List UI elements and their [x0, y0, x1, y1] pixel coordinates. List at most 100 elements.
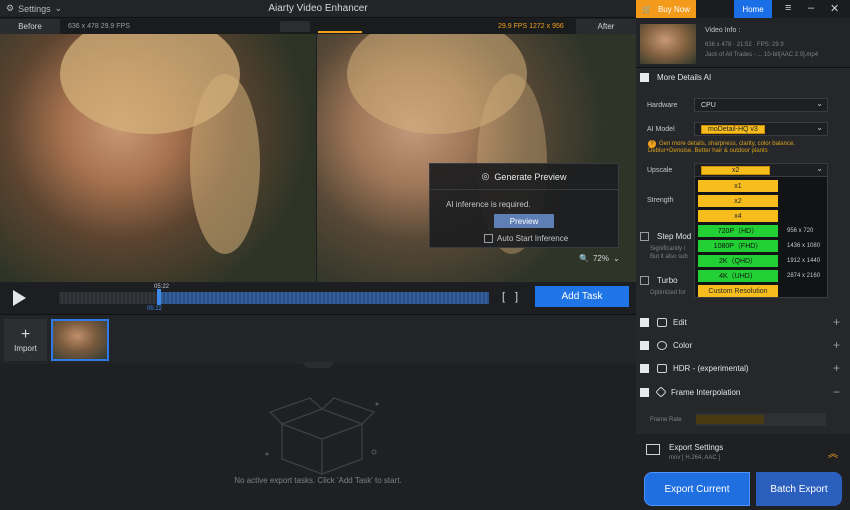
upscale-option-720p[interactable]: 720P（HD） — [698, 225, 778, 237]
video-filename: Jack of All Trades - ... 10-bit[AAC 2.0]… — [705, 52, 819, 58]
export-panel: Export Settings mov [ H.264, AAC ] ︽ Exp… — [636, 434, 850, 510]
upscale-option-2k[interactable]: 2K（QHD） — [698, 255, 778, 267]
chevron-down-icon: ⌄ — [816, 123, 823, 132]
timeline-track[interactable] — [59, 292, 489, 304]
app-title: Aiarty Video Enhancer — [268, 3, 368, 14]
resolution-720p: 956 x 720 — [787, 228, 814, 234]
generate-preview-dialog: ◎ Generate Preview AI inference is requi… — [429, 163, 619, 248]
frame-rate-label: Frame Rate — [650, 417, 682, 423]
chevron-down-icon: ⌄ — [816, 164, 823, 173]
auto-start-toggle[interactable]: Auto Start Inference — [484, 234, 568, 243]
upscale-option-x1[interactable]: x1 — [698, 180, 778, 192]
export-settings-title[interactable]: Export Settings — [669, 443, 723, 452]
step-mode-desc-2: But it also sub — [650, 254, 688, 260]
buy-now-label: Buy Now — [657, 4, 690, 14]
zoom-value: 72% — [592, 254, 609, 263]
generate-preview-title: Generate Preview — [494, 171, 567, 182]
hdr-icon — [657, 363, 667, 373]
frame-interpolation-section[interactable]: Frame Interpolation − — [636, 383, 850, 401]
chevron-down-icon: ⌄ — [612, 254, 620, 263]
turbo-toggle[interactable]: Turbo — [636, 271, 696, 289]
empty-box-icon — [265, 397, 379, 475]
step-mode-checkbox[interactable] — [640, 231, 649, 241]
ai-model-select[interactable]: moDetail-HQ v3 ⌄ — [694, 122, 828, 136]
compare-mode-side-button[interactable] — [318, 20, 362, 33]
hdr-checkbox[interactable] — [640, 363, 649, 373]
step-mode-toggle[interactable]: Step Mod — [636, 227, 696, 245]
monitor-icon — [646, 444, 660, 455]
video-info-label: Video Info : — [705, 27, 741, 34]
selected-range[interactable] — [159, 292, 489, 304]
ai-model-value: moDetail-HQ v3 — [701, 124, 765, 134]
edit-icon — [657, 317, 667, 327]
hardware-select[interactable]: CPU ⌄ — [694, 98, 828, 112]
set-end-icon[interactable]: ] — [515, 291, 518, 303]
buy-now-button[interactable]: 🛒 Buy Now — [636, 0, 696, 18]
upscale-option-1080p[interactable]: 1080P（FHD） — [698, 240, 778, 252]
home-button[interactable]: Home — [734, 0, 772, 18]
hdr-section[interactable]: HDR - (experimental) + — [636, 359, 850, 377]
video-info-details: 636 x 478 · 21:52 · FPS: 29.9 — [705, 42, 784, 48]
color-checkbox[interactable] — [640, 340, 649, 350]
checkbox-icon[interactable] — [484, 234, 493, 243]
step-mode-desc-1: Significantly i — [650, 246, 686, 252]
add-task-button[interactable]: Add Task — [535, 286, 629, 307]
export-format: mov [ H.264, AAC ] — [669, 455, 721, 461]
compare-mode-split-button[interactable] — [280, 21, 310, 32]
play-icon[interactable] — [13, 290, 26, 306]
video-info-thumbnail — [640, 24, 696, 64]
color-section[interactable]: Color + — [636, 336, 850, 354]
batch-export-button[interactable]: Batch Export — [756, 472, 842, 506]
export-task-area: No active export tasks. Click 'Add Task'… — [0, 364, 636, 510]
import-button[interactable]: + Import — [4, 319, 47, 361]
help-icon: ? — [648, 140, 656, 148]
turbo-checkbox[interactable] — [640, 275, 649, 285]
before-video-pane[interactable] — [0, 34, 316, 282]
before-label: Before — [0, 19, 60, 34]
video-info: Video Info : 636 x 478 · 21:52 · FPS: 29… — [636, 18, 850, 68]
video-thumbnail[interactable] — [51, 319, 109, 361]
turbo-desc: Optimized for — [650, 290, 686, 296]
expand-icon[interactable]: + — [833, 338, 840, 352]
import-label: Import — [14, 343, 37, 353]
upscale-select[interactable]: x2 ⌄ — [694, 163, 828, 177]
cart-icon: 🛒 — [642, 4, 652, 14]
more-details-checkbox[interactable] — [640, 72, 649, 82]
more-details-section[interactable]: More Details AI — [636, 68, 850, 86]
upscale-option-x4[interactable]: x4 — [698, 210, 778, 222]
frame-interpolation-icon — [655, 386, 667, 398]
minimize-icon[interactable]: – — [808, 2, 814, 14]
playhead[interactable] — [157, 289, 161, 305]
more-details-title: More Details AI — [657, 72, 712, 82]
turbo-label: Turbo — [657, 275, 678, 285]
resolution-1080p: 1436 x 1080 — [787, 243, 821, 249]
edit-checkbox[interactable] — [640, 317, 649, 327]
set-start-icon[interactable]: [ — [502, 291, 505, 303]
collapse-icon[interactable]: − — [833, 385, 840, 399]
after-label: After — [576, 19, 636, 34]
video-header: Before 636 x 478 29.9 FPS 29.9 FPS 1272 … — [0, 19, 636, 34]
aperture-icon: ◎ — [481, 171, 490, 181]
auto-start-label: Auto Start Inference — [497, 234, 569, 243]
frame-interpolation-checkbox[interactable] — [640, 387, 649, 397]
hardware-value: CPU — [701, 101, 716, 109]
upscale-option-4k[interactable]: 4K（UHD） — [698, 270, 778, 282]
expand-icon[interactable]: + — [833, 361, 840, 375]
chevron-down-icon: ⌄ — [816, 99, 823, 108]
chevron-up-icon[interactable]: ︽ — [828, 445, 838, 460]
edit-section[interactable]: Edit + — [636, 313, 850, 331]
expand-icon[interactable]: + — [833, 315, 840, 329]
panel-divider-handle[interactable] — [303, 362, 333, 368]
upscale-option-x2[interactable]: x2 — [698, 195, 778, 207]
frame-rate-value — [696, 415, 764, 424]
hardware-label: Hardware — [647, 102, 678, 109]
preview-button[interactable]: Preview — [494, 214, 554, 228]
menu-icon[interactable]: ≡ — [785, 2, 791, 14]
hdr-label: HDR - (experimental) — [673, 363, 749, 373]
zoom-control[interactable]: 🔍 72% ⌄ — [579, 254, 620, 263]
export-current-button[interactable]: Export Current — [644, 472, 750, 506]
inference-message: AI inference is required. — [446, 200, 531, 209]
edit-label: Edit — [673, 317, 687, 327]
close-icon[interactable]: ✕ — [830, 2, 839, 15]
upscale-option-custom[interactable]: Custom Resolution — [698, 285, 778, 297]
